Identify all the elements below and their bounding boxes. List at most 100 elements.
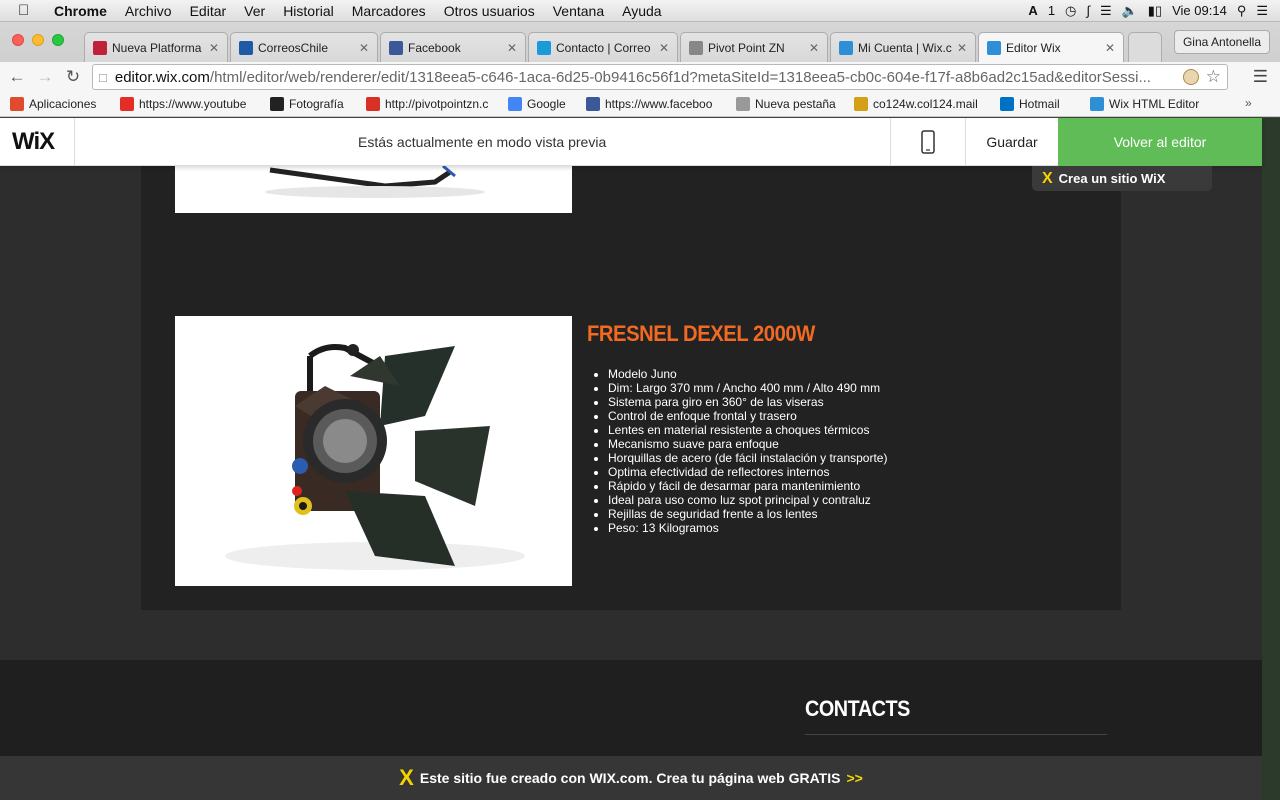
close-tab-icon[interactable]: ✕ <box>507 41 517 55</box>
wix-x-icon: X <box>399 765 414 790</box>
page-icon <box>736 97 750 111</box>
bookmark-label: co124w.col124.mail <box>873 97 978 111</box>
apple-icon[interactable]:  <box>18 2 40 19</box>
status-badge: 1 <box>1047 3 1056 18</box>
notification-list-icon[interactable]: ☰ <box>1256 3 1268 19</box>
desktop-background-strip <box>1262 118 1280 800</box>
feature-item: Dim: Largo 370 mm / Ancho 400 mm / Alto … <box>608 381 887 395</box>
menu-otros-usuarios[interactable]: Otros usuarios <box>435 3 544 19</box>
wix-icon <box>839 40 853 55</box>
menu-ayuda[interactable]: Ayuda <box>613 3 670 19</box>
menu-ver[interactable]: Ver <box>235 3 274 19</box>
bookmark-label: Wix HTML Editor <box>1109 97 1200 111</box>
bookmark-item[interactable]: Hotmail <box>1000 97 1080 111</box>
bookmark-item[interactable]: Fotografía <box>270 97 356 111</box>
maximize-window-button[interactable] <box>52 34 64 46</box>
close-tab-icon[interactable]: ✕ <box>809 41 819 55</box>
tab-1[interactable]: Nueva Platforma 5 ✕ <box>84 32 228 62</box>
menu-app-name[interactable]: Chrome <box>40 3 116 19</box>
tab-title: Contacto | Correo <box>556 40 651 55</box>
bookmark-item[interactable]: Aplicaciones <box>10 97 110 111</box>
bookmark-item[interactable]: http://pivotpointzn.c <box>366 97 498 111</box>
bluetooth-icon[interactable]: ∫ <box>1086 3 1090 18</box>
close-tab-icon[interactable]: ✕ <box>1105 41 1115 55</box>
close-tab-icon[interactable]: ✕ <box>359 41 369 55</box>
forward-arrow-icon[interactable]: → <box>34 67 56 87</box>
wix-logo[interactable]: WiX <box>12 128 55 156</box>
tab-3[interactable]: Facebook ✕ <box>380 32 526 62</box>
wix-x-icon: X <box>1042 169 1053 187</box>
url-path: /html/editor/web/renderer/edit/1318eea5-… <box>209 68 1151 86</box>
tab-bar: Nueva Platforma 5 ✕ CorreosChile ✕ Facebook ✕… <box>0 22 1280 62</box>
bookmark-item[interactable]: https://www.youtube <box>120 97 260 111</box>
fixture-icon <box>265 166 485 198</box>
bookmark-label: https://www.youtube <box>139 97 247 111</box>
preview-message: Estás actualmente en modo vista previa <box>358 134 607 150</box>
reload-icon[interactable]: ↻ <box>62 67 84 87</box>
wifi-icon[interactable]: ☰ <box>1100 3 1112 19</box>
address-bar[interactable]: □ editor.wix.com/html/editor/web/rendere… <box>92 64 1228 90</box>
tab-title: Pivot Point ZN <box>708 40 785 55</box>
tab-5[interactable]: Pivot Point ZN ✕ <box>680 32 828 62</box>
more-bookmarks-icon[interactable]: » <box>1245 96 1252 110</box>
spotlight-search-icon[interactable]: ⚲ <box>1237 3 1247 19</box>
bookmark-star-icon[interactable]: ☆ <box>1206 67 1221 87</box>
close-tab-icon[interactable]: ✕ <box>209 41 219 55</box>
close-tab-icon[interactable]: ✕ <box>957 41 967 55</box>
page-icon <box>689 40 703 55</box>
mail-icon <box>854 97 868 111</box>
close-tab-icon[interactable]: ✕ <box>659 41 669 55</box>
bookmark-item[interactable]: Google <box>508 97 576 111</box>
feature-item: Control de enfoque frontal y trasero <box>608 409 887 423</box>
adobe-icon[interactable]: A <box>1028 3 1037 18</box>
menu-ventana[interactable]: Ventana <box>544 3 613 19</box>
page-icon: □ <box>99 69 107 85</box>
bookmark-item[interactable]: Wix HTML Editor <box>1090 97 1210 111</box>
browser-toolbar: ← → ↻ □ editor.wix.com/html/editor/web/r… <box>0 62 1280 92</box>
bookmark-item[interactable]: Nueva pestaña <box>736 97 844 111</box>
clock[interactable]: Vie 09:14 <box>1172 3 1227 18</box>
mac-menu-bar:  Chrome Archivo Editar Ver Historial Ma… <box>0 0 1280 22</box>
feature-item: Rejillas de seguridad frente a los lente… <box>608 507 887 521</box>
save-button[interactable]: Guardar <box>966 118 1058 166</box>
menu-historial[interactable]: Historial <box>274 3 343 19</box>
tab-title: CorreosChile <box>258 40 329 55</box>
create-wix-site-button[interactable]: X Crea un sitio WiX <box>1032 166 1212 191</box>
tab-6[interactable]: Mi Cuenta | Wix.co ✕ <box>830 32 976 62</box>
bookmark-item[interactable]: https://www.faceboo <box>586 97 726 111</box>
feature-item: Ideal para uso como luz spot principal y… <box>608 493 887 507</box>
mobile-view-button[interactable] <box>890 118 966 166</box>
close-window-button[interactable] <box>12 34 24 46</box>
battery-icon[interactable]: ▮▯ <box>1148 3 1162 19</box>
chrome-menu-icon[interactable]: ☰ <box>1253 67 1268 87</box>
time-machine-icon[interactable]: ◷ <box>1065 3 1076 19</box>
tab-2[interactable]: CorreosChile ✕ <box>230 32 378 62</box>
new-tab-button[interactable] <box>1128 32 1162 62</box>
tab-title: Facebook <box>408 40 461 55</box>
gmail-icon <box>366 97 380 111</box>
wix-preview-bar: WiX Estás actualmente en modo vista prev… <box>0 118 1262 166</box>
bookmark-item[interactable]: co124w.col124.mail <box>854 97 990 111</box>
wix-ad-banner[interactable]: X Este sitio fue creado con WIX.com. Cre… <box>0 756 1262 800</box>
menu-marcadores[interactable]: Marcadores <box>343 3 435 19</box>
minimize-window-button[interactable] <box>32 34 44 46</box>
product-image-fresnel <box>175 316 572 586</box>
feature-item: Mecanismo suave para enfoque <box>608 437 887 451</box>
extension-icon[interactable] <box>1183 69 1199 85</box>
volume-icon[interactable]: 🔈 <box>1122 3 1138 19</box>
apps-grid-icon <box>10 97 24 111</box>
menu-archivo[interactable]: Archivo <box>116 3 181 19</box>
back-arrow-icon[interactable]: ← <box>6 67 28 87</box>
back-to-editor-button[interactable]: Volver al editor <box>1058 118 1262 166</box>
feature-item: Lentes en material resistente a choques … <box>608 423 887 437</box>
google-icon <box>508 97 522 111</box>
tab-7[interactable]: Editor Wix ✕ <box>978 32 1124 62</box>
feature-item: Sistema para giro en 360° de las viseras <box>608 395 887 409</box>
product-image-previous <box>175 166 572 213</box>
feature-item: Rápido y fácil de desarmar para mantenim… <box>608 479 887 493</box>
tab-4[interactable]: Contacto | Correo ✕ <box>528 32 678 62</box>
profile-button[interactable]: Gina Antonella <box>1173 30 1270 54</box>
bookmark-label: Nueva pestaña <box>755 97 836 111</box>
menu-editar[interactable]: Editar <box>181 3 236 19</box>
feature-item: Modelo Juno <box>608 367 887 381</box>
